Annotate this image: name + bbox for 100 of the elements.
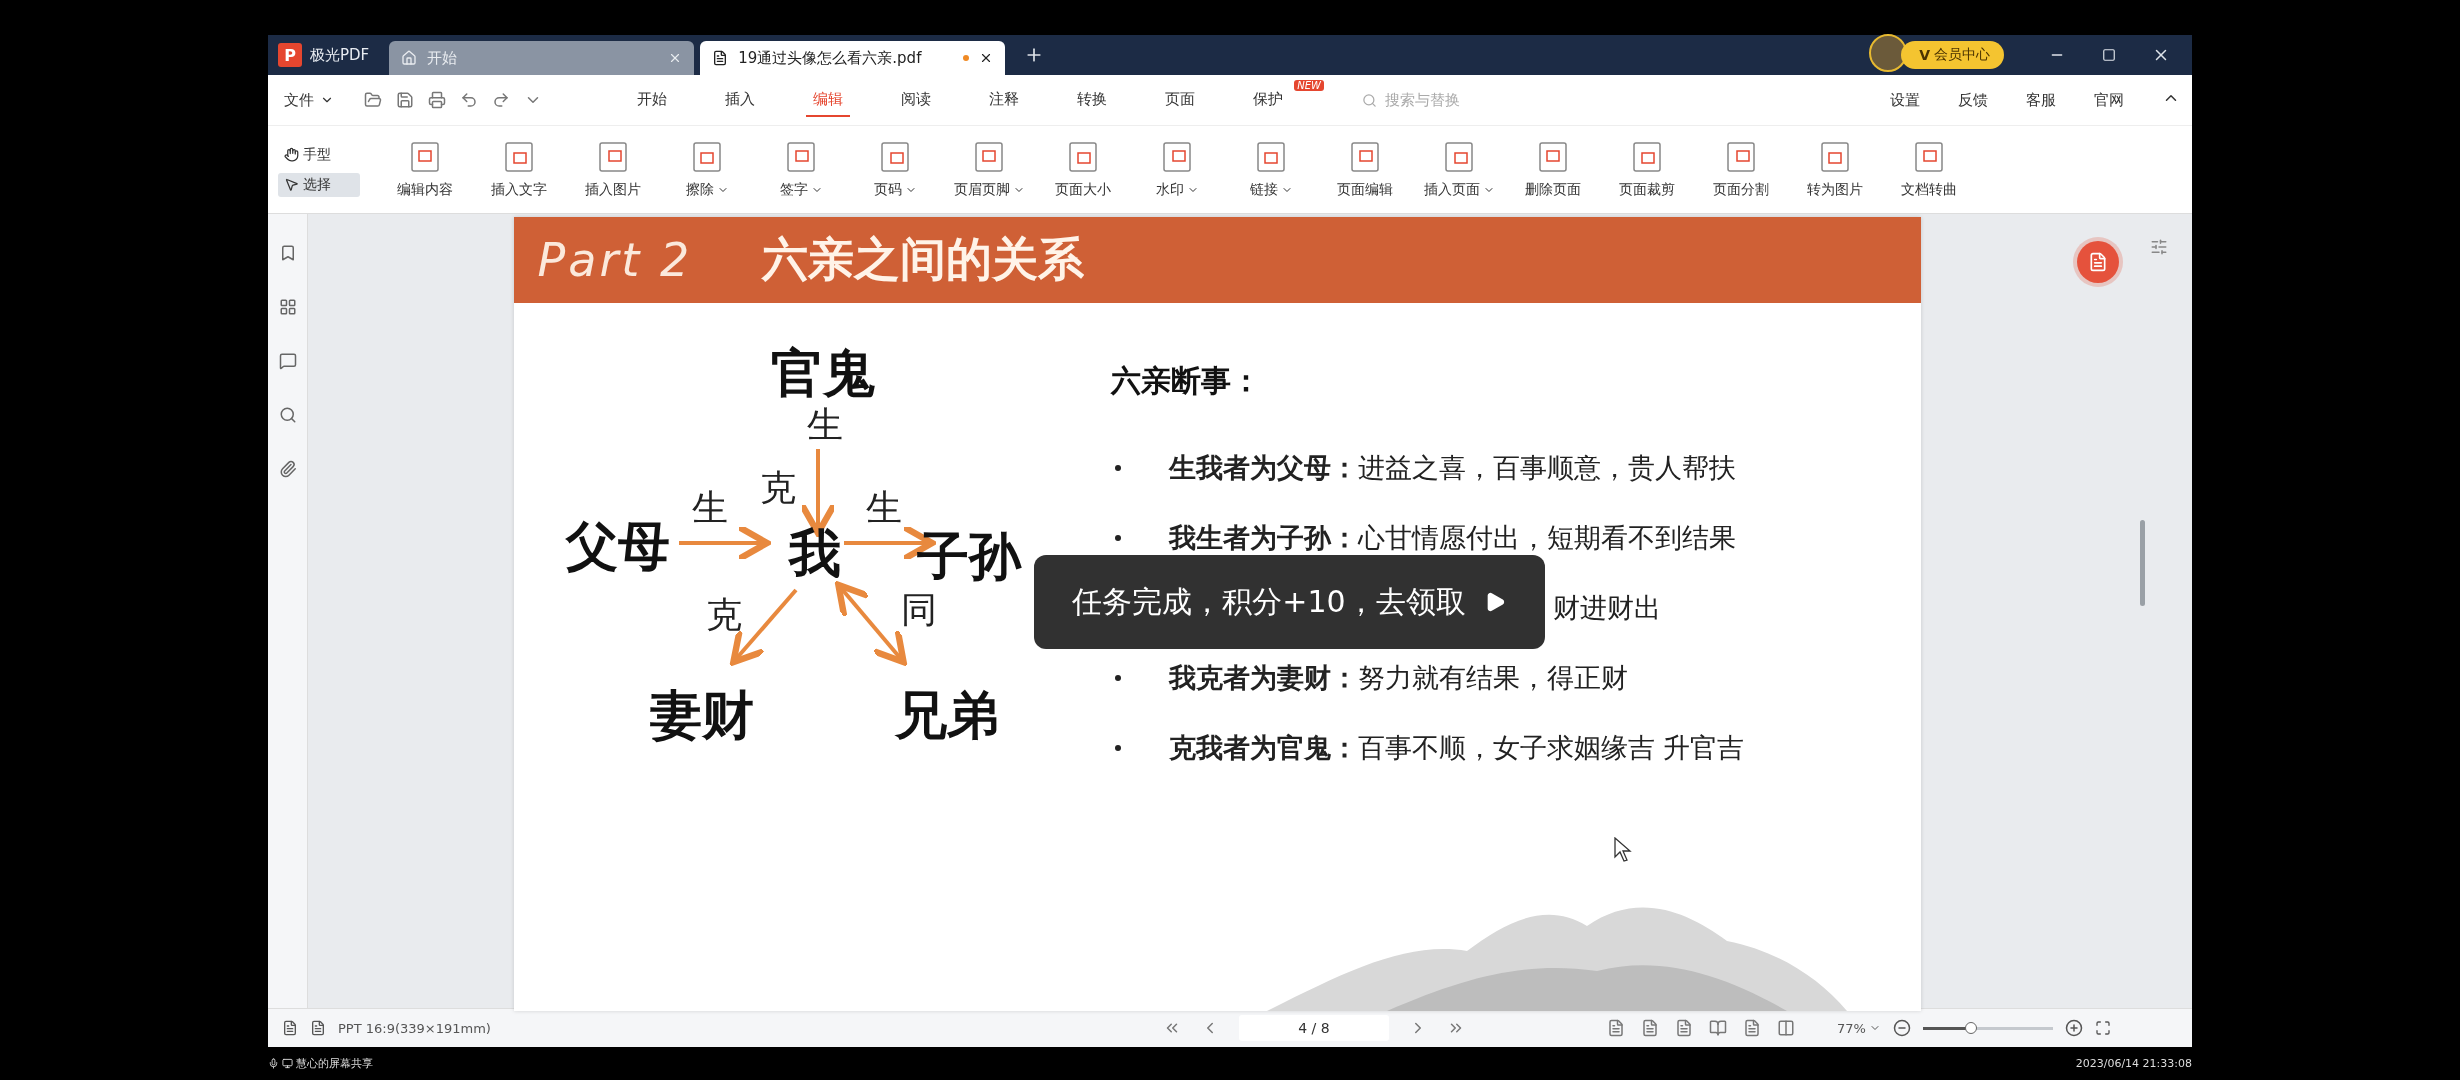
settings-icon[interactable] xyxy=(2150,238,2168,256)
tool-button[interactable]: 页码 xyxy=(848,140,942,199)
redo-icon[interactable] xyxy=(492,91,510,109)
single-page-icon[interactable] xyxy=(1606,1019,1625,1037)
menu-link[interactable]: 客服 xyxy=(2026,90,2056,110)
print-icon[interactable] xyxy=(428,91,446,109)
tool-button[interactable]: 插入文字 xyxy=(472,140,566,199)
tool-button[interactable]: 文档转曲 xyxy=(1882,140,1976,199)
page-icon[interactable] xyxy=(282,1020,298,1036)
menu-tab[interactable]: 转换 xyxy=(1070,83,1114,117)
screen-share-label: 慧心的屏幕共享 xyxy=(268,1056,373,1071)
document-icon xyxy=(1068,140,1098,173)
document-icon xyxy=(598,140,628,173)
scroll-thumb[interactable] xyxy=(2140,520,2145,606)
menu-tab[interactable]: 编辑 xyxy=(806,83,850,117)
node-label: 妻财 xyxy=(649,685,754,745)
document-icon xyxy=(410,140,440,173)
menu-tab[interactable]: 页面 xyxy=(1158,83,1202,117)
document-icon xyxy=(504,140,534,173)
fullscreen-icon[interactable] xyxy=(2094,1020,2111,1036)
mode-button[interactable]: 手型 xyxy=(278,142,360,167)
tool-button[interactable]: 删除页面 xyxy=(1506,140,1600,199)
bullet-dot xyxy=(1114,745,1121,751)
document-icon xyxy=(712,50,729,66)
save-icon[interactable] xyxy=(396,91,414,109)
new-badge: NEW xyxy=(1294,79,1324,91)
tool-button[interactable]: 擦除 xyxy=(660,140,754,199)
undo-icon[interactable] xyxy=(460,91,478,109)
monitor-icon xyxy=(282,1058,293,1069)
node-label: 子孙 xyxy=(916,526,1021,586)
node-label: 父母 xyxy=(565,516,670,576)
document-icon xyxy=(786,140,816,173)
document-icon xyxy=(880,140,910,173)
menu-tab[interactable]: 注释 xyxy=(982,83,1026,117)
tool-button[interactable]: 转为图片 xyxy=(1788,140,1882,199)
tool-button[interactable]: 链接 xyxy=(1224,140,1318,199)
tool-button[interactable]: 编辑内容 xyxy=(378,140,472,199)
timestamp: 2023/06/14 21:33:08 xyxy=(2075,1057,2192,1070)
tool-button[interactable]: 插入页面 xyxy=(1412,140,1506,199)
zoom-in-icon[interactable] xyxy=(2064,1019,2083,1037)
document-icon xyxy=(1820,140,1850,173)
relation-label: 同 xyxy=(900,589,937,630)
zoom-out-icon[interactable] xyxy=(1892,1019,1911,1037)
relation-label: 克 xyxy=(705,594,742,635)
task-toast[interactable]: 任务完成，积分+10，去领取 xyxy=(1033,555,1545,649)
tool-button[interactable]: 水印 xyxy=(1130,140,1224,199)
attachment-icon[interactable] xyxy=(278,460,297,478)
continuous-icon[interactable] xyxy=(1674,1019,1693,1037)
search-field[interactable]: 搜索与替换 xyxy=(1362,90,1532,110)
member-center-button[interactable]: V 会员中心 xyxy=(1901,41,2004,69)
book-icon[interactable] xyxy=(1708,1019,1727,1037)
page-view-icon[interactable] xyxy=(1742,1019,1761,1037)
tool-button[interactable]: 页面分割 xyxy=(1694,140,1788,199)
folder-icon[interactable] xyxy=(364,91,382,109)
document-icon xyxy=(1726,140,1756,173)
cursor-icon xyxy=(1613,837,1632,863)
comment-icon[interactable] xyxy=(278,352,297,370)
document-icon xyxy=(1444,140,1474,173)
search-icon[interactable] xyxy=(278,406,297,424)
document-icon xyxy=(692,140,722,173)
two-page-icon[interactable] xyxy=(1776,1019,1795,1037)
document-icon xyxy=(1350,140,1380,173)
hand-icon xyxy=(284,147,299,162)
bullet-dot xyxy=(1114,465,1121,471)
page-format: PPT 16:9(339×191mm) xyxy=(338,1020,491,1036)
menu-tab[interactable]: 阅读 xyxy=(894,83,938,117)
toast-text: 任务完成，积分+10，去领取 xyxy=(1072,582,1466,621)
menu-link[interactable]: 官网 xyxy=(2094,90,2124,110)
node-label: 我 xyxy=(788,523,841,583)
floating-button[interactable] xyxy=(2077,241,2119,283)
document-icon xyxy=(1162,140,1192,173)
list-item: 我克者为妻财：努力就有结果，得正财 xyxy=(1168,661,1628,695)
menu-link[interactable]: 反馈 xyxy=(1958,90,1988,110)
menu-tab[interactable]: 开始 xyxy=(630,83,674,117)
node-label: 官鬼 xyxy=(770,343,875,403)
fit-page-icon[interactable] xyxy=(1640,1019,1659,1037)
zoom-slider-thumb[interactable] xyxy=(1964,1021,1977,1034)
list-item: 财进财出 xyxy=(1552,591,1661,625)
relation-label: 生 xyxy=(806,404,843,445)
file-menu[interactable]: 文件 xyxy=(284,90,334,110)
maximize-icon[interactable] xyxy=(2102,48,2116,62)
tool-button[interactable]: 签字 xyxy=(754,140,848,199)
menu-tab[interactable]: 插入 xyxy=(718,83,762,117)
tool-button[interactable]: 页眉页脚 xyxy=(942,140,1036,199)
tool-button[interactable]: 页面编辑 xyxy=(1318,140,1412,199)
page-icon[interactable] xyxy=(310,1020,326,1036)
tool-button[interactable]: 插入图片 xyxy=(566,140,660,199)
mode-button[interactable]: 选择 xyxy=(278,172,360,197)
thumbnails-icon[interactable] xyxy=(278,298,297,316)
tool-button[interactable]: 页面大小 xyxy=(1036,140,1130,199)
document-icon xyxy=(1914,140,1944,173)
search-icon xyxy=(1362,92,1377,108)
document-icon xyxy=(1256,140,1286,173)
relation-label: 克 xyxy=(759,467,796,508)
menu-link[interactable]: 设置 xyxy=(1890,90,1920,110)
tool-button[interactable]: 页面裁剪 xyxy=(1600,140,1694,199)
page-number-field[interactable]: 4 / 8 xyxy=(1238,1015,1389,1041)
bullet-dot xyxy=(1114,675,1121,681)
document-tab[interactable]: 19通过头像怎么看六亲.pdf xyxy=(700,41,1006,75)
zoom-dropdown[interactable]: 77% xyxy=(1836,1020,1881,1036)
